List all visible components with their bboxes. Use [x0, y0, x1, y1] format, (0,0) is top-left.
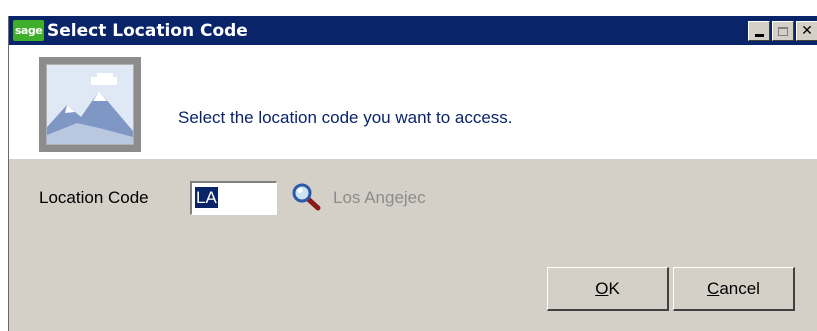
maximize-button[interactable]: [772, 21, 794, 41]
ok-mnemonic: O: [595, 278, 609, 298]
select-location-code-dialog: sage Select Location Code ✕ Select the l…: [8, 16, 817, 331]
landscape-picture: [46, 64, 134, 145]
ok-button[interactable]: OK: [547, 267, 669, 311]
cancel-mnemonic: C: [707, 278, 720, 298]
close-button[interactable]: ✕: [796, 21, 817, 41]
mountain-landscape-icon: [39, 57, 141, 152]
maximize-icon: [778, 26, 788, 36]
window-controls: ✕: [748, 21, 817, 41]
location-code-value: LA: [195, 187, 218, 208]
mountain-graphic: [47, 65, 133, 144]
location-name-text: Los Angejec: [333, 188, 426, 207]
ok-label-rest: K: [608, 278, 620, 298]
cancel-label-rest: ancel: [719, 278, 760, 298]
magnifier-icon[interactable]: [291, 182, 321, 212]
close-icon: ✕: [801, 23, 813, 39]
dialog-header: Select the location code you want to acc…: [9, 45, 817, 159]
minimize-button[interactable]: [748, 21, 770, 41]
location-code-label: Location Code: [39, 188, 149, 207]
minimize-icon: [754, 33, 764, 37]
instruction-text: Select the location code you want to acc…: [178, 108, 513, 127]
cancel-button[interactable]: Cancel: [673, 267, 795, 311]
sage-logo-icon: sage: [13, 20, 44, 41]
location-code-input[interactable]: LA: [190, 181, 277, 215]
title-bar[interactable]: sage Select Location Code ✕: [9, 16, 817, 45]
window-title: Select Location Code: [47, 20, 248, 41]
